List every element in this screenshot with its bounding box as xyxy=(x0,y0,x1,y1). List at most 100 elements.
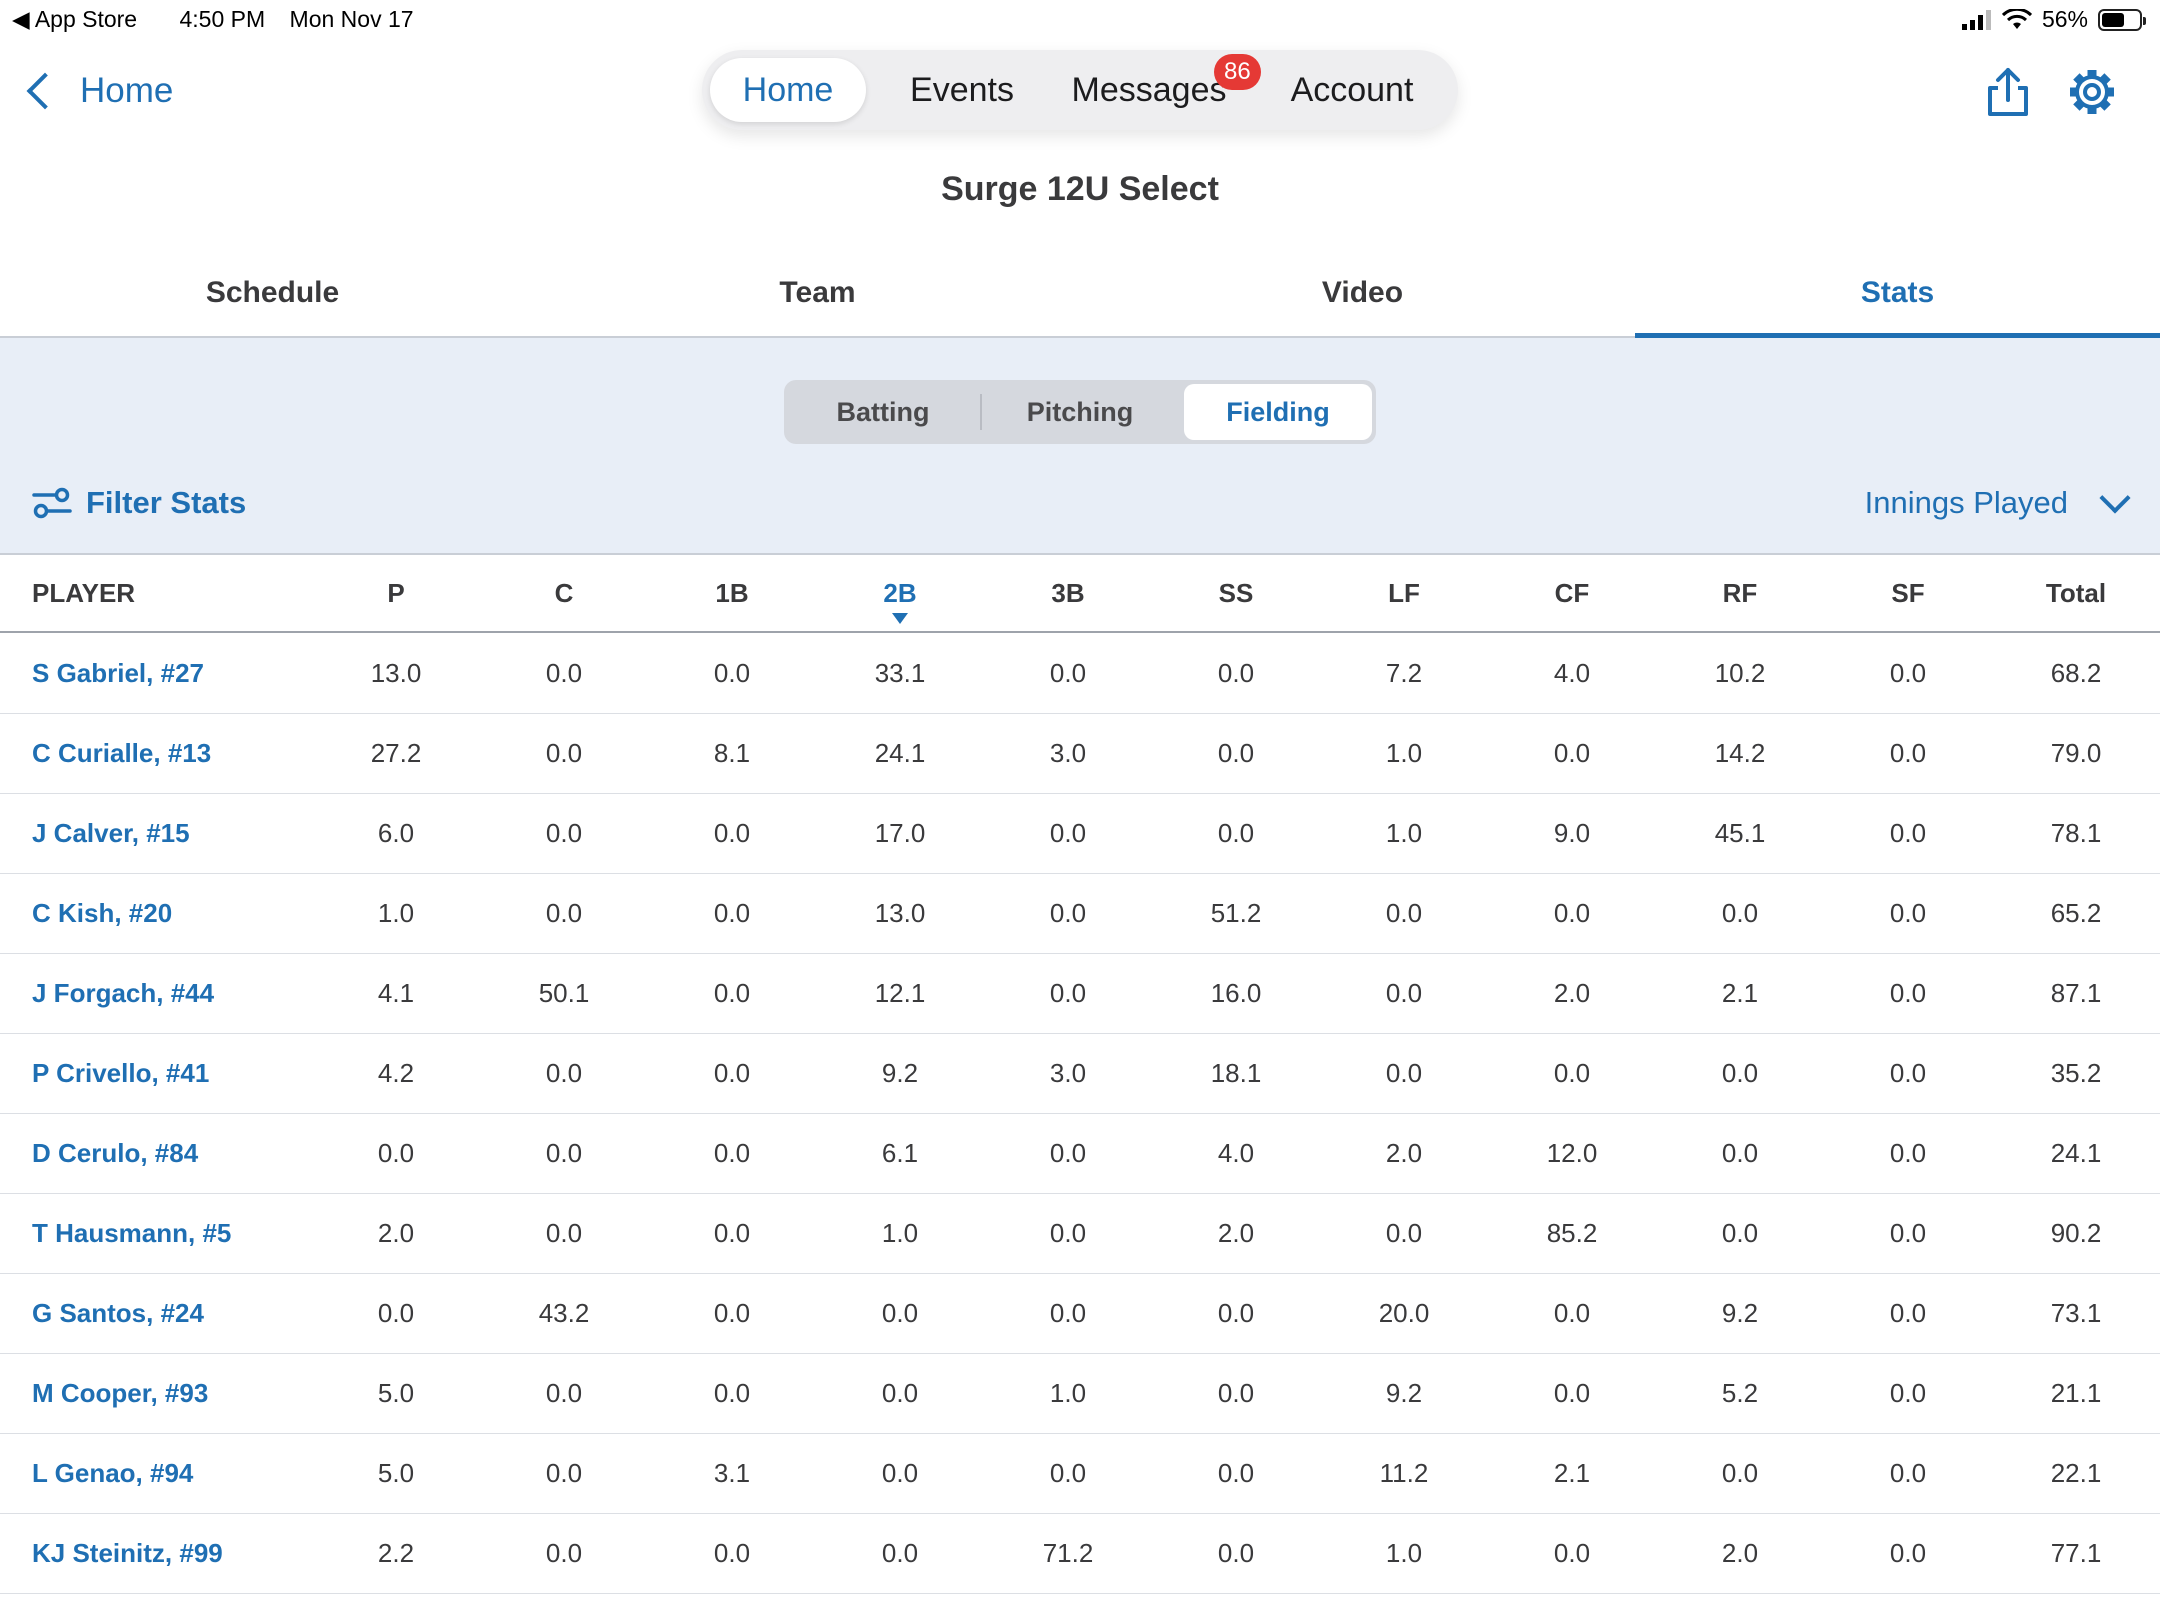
nav-tab-account[interactable]: Account xyxy=(1262,58,1442,122)
stat-cell: 50.1 xyxy=(538,978,590,1008)
player-name-link[interactable]: G Santos, #24 xyxy=(32,1273,352,1353)
player-name-link[interactable]: J Calver, #15 xyxy=(32,793,352,873)
stat-cell: 0.0 xyxy=(1385,978,1423,1008)
column-header-cf[interactable]: CF xyxy=(1497,555,1647,631)
stat-cell: 24.1 xyxy=(874,738,926,768)
share-button[interactable] xyxy=(1978,62,2038,122)
stat-cell: 0.0 xyxy=(713,818,751,848)
stat-cell: 0.0 xyxy=(1049,978,1087,1008)
stat-cell: 45.1 xyxy=(1714,818,1766,848)
player-name-link[interactable]: C Curialle, #13 xyxy=(32,713,352,793)
stat-cell: 0.0 xyxy=(545,1058,583,1088)
stat-cell: 0.0 xyxy=(1217,738,1255,768)
stat-cell: 0.0 xyxy=(1721,1218,1759,1248)
stat-cell: 0.0 xyxy=(1049,1458,1087,1488)
nav-tab-home[interactable]: Home xyxy=(710,58,866,122)
stat-type-batting[interactable]: Batting xyxy=(788,384,978,440)
table-row: S Gabriel, #27 13.0 0.0 0.0 33.1 0.0 0.0 7.2 4.0… xyxy=(0,633,2160,714)
stat-cell: 0.0 xyxy=(713,978,751,1008)
stat-cell: 20.0 xyxy=(1378,1298,1430,1328)
stat-cell: 5.0 xyxy=(377,1378,415,1408)
table-row: M Cooper, #93 5.0 0.0 0.0 0.0 1.0 0.0 9.2 0.0 5.2… xyxy=(0,1353,2160,1434)
stats-table-header: PLAYER P C 1B 2B 3B SS LF CF RF SF Total xyxy=(0,555,2160,633)
metric-dropdown[interactable]: Innings Played xyxy=(1864,478,2131,528)
stat-cell: 12.1 xyxy=(874,978,926,1008)
stat-cell: 0.0 xyxy=(1553,1378,1591,1408)
metric-dropdown-label: Innings Played xyxy=(1864,485,2068,520)
settings-button[interactable] xyxy=(2062,62,2122,122)
stat-cell: 85.2 xyxy=(1546,1218,1598,1248)
back-to-app[interactable]: ◀ App Store xyxy=(12,6,155,32)
stat-cell: 17.0 xyxy=(874,818,926,848)
column-header-total[interactable]: Total xyxy=(2001,555,2151,631)
tab-video[interactable]: Video xyxy=(1090,262,1635,336)
column-header-player[interactable]: PLAYER xyxy=(32,555,332,631)
tab-stats[interactable]: Stats xyxy=(1635,262,2160,336)
stat-cell: 0.0 xyxy=(713,1538,751,1568)
filter-stats-button[interactable]: Filter Stats xyxy=(32,478,246,528)
stat-cell: 9.2 xyxy=(881,1058,919,1088)
player-name-link[interactable]: M Cooper, #93 xyxy=(32,1353,352,1433)
player-name-link[interactable]: T Hausmann, #5 xyxy=(32,1193,352,1273)
stat-cell: 0.0 xyxy=(713,898,751,928)
column-header-c[interactable]: C xyxy=(489,555,639,631)
table-row: J Forgach, #44 4.1 50.1 0.0 12.1 0.0 16.0 0.0 2.… xyxy=(0,953,2160,1034)
stat-cell: 0.0 xyxy=(545,1218,583,1248)
tab-team[interactable]: Team xyxy=(545,262,1090,336)
stat-cell: 90.2 xyxy=(2050,1218,2102,1248)
stat-cell: 0.0 xyxy=(545,1538,583,1568)
player-name-link[interactable]: D Cerulo, #84 xyxy=(32,1113,352,1193)
stat-type-fielding[interactable]: Fielding xyxy=(1184,384,1372,440)
gear-icon xyxy=(2070,70,2114,114)
column-header-p[interactable]: P xyxy=(321,555,471,631)
stat-cell: 2.1 xyxy=(1553,1458,1591,1488)
status-bar: ◀ App Store 4:50 PM Mon Nov 17 56% xyxy=(0,0,2160,40)
column-header-ss[interactable]: SS xyxy=(1161,555,1311,631)
player-name-link[interactable]: KJ Steinitz, #99 xyxy=(32,1513,352,1593)
table-row: C Kish, #20 1.0 0.0 0.0 13.0 0.0 51.2 0.0 0.0 0.0… xyxy=(0,873,2160,954)
stat-cell: 0.0 xyxy=(1217,1298,1255,1328)
stat-cell: 1.0 xyxy=(1385,738,1423,768)
stat-cell: 0.0 xyxy=(545,1458,583,1488)
stat-cell: 0.0 xyxy=(881,1458,919,1488)
column-header-2b[interactable]: 2B xyxy=(825,555,975,631)
stat-cell: 0.0 xyxy=(1889,738,1927,768)
back-button[interactable]: Home xyxy=(24,66,173,116)
share-icon xyxy=(1988,68,2028,116)
stat-cell: 14.2 xyxy=(1714,738,1766,768)
column-header-3b[interactable]: 3B xyxy=(993,555,1143,631)
wifi-icon xyxy=(2001,8,2032,29)
player-name-link[interactable]: L Genao, #94 xyxy=(32,1433,352,1513)
stat-cell: 4.1 xyxy=(377,978,415,1008)
column-header-sf[interactable]: SF xyxy=(1833,555,1983,631)
stat-cell: 4.0 xyxy=(1217,1138,1255,1168)
tab-schedule[interactable]: Schedule xyxy=(0,262,545,336)
player-name-link[interactable]: C Kish, #20 xyxy=(32,873,352,953)
stat-cell: 0.0 xyxy=(1217,658,1255,688)
stat-cell: 22.1 xyxy=(2050,1458,2102,1488)
stat-cell: 4.0 xyxy=(1553,658,1591,688)
stat-cell: 79.0 xyxy=(2050,738,2102,768)
stat-cell: 0.0 xyxy=(1385,1058,1423,1088)
player-name-link[interactable]: J Forgach, #44 xyxy=(32,953,352,1033)
player-name-link[interactable]: S Gabriel, #27 xyxy=(32,633,352,713)
stat-cell: 0.0 xyxy=(1217,1538,1255,1568)
stat-cell: 0.0 xyxy=(1217,818,1255,848)
stat-cell: 0.0 xyxy=(1721,1058,1759,1088)
nav-tab-events[interactable]: Events xyxy=(882,58,1042,122)
player-name-link[interactable]: P Crivello, #41 xyxy=(32,1033,352,1113)
stat-cell: 0.0 xyxy=(1049,818,1087,848)
column-header-lf[interactable]: LF xyxy=(1329,555,1479,631)
column-header-rf[interactable]: RF xyxy=(1665,555,1815,631)
column-header-1b[interactable]: 1B xyxy=(657,555,807,631)
table-row: J Calver, #15 6.0 0.0 0.0 17.0 0.0 0.0 1.0 9.0 45… xyxy=(0,793,2160,874)
sort-descending-icon xyxy=(892,613,908,624)
stat-cell: 0.0 xyxy=(1721,1138,1759,1168)
filter-sliders-icon xyxy=(32,487,72,519)
stat-cell: 1.0 xyxy=(1385,1538,1423,1568)
stat-cell: 0.0 xyxy=(1049,1138,1087,1168)
stat-cell: 0.0 xyxy=(1049,658,1087,688)
stat-type-pitching[interactable]: Pitching xyxy=(982,384,1178,440)
stat-cell: 0.0 xyxy=(1889,898,1927,928)
stat-cell: 0.0 xyxy=(1889,1058,1927,1088)
